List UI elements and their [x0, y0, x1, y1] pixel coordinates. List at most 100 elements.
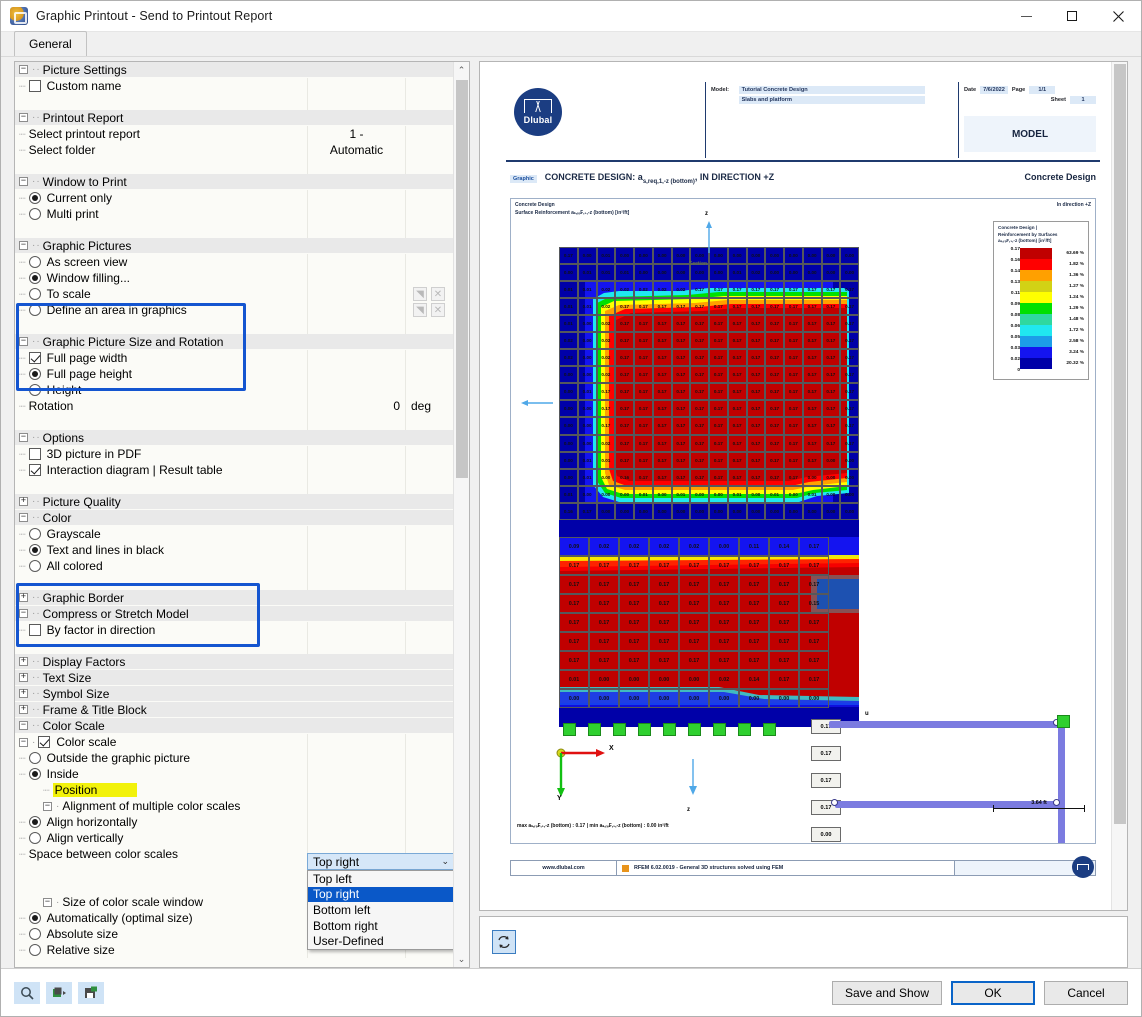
- height-radio[interactable]: [28, 384, 41, 396]
- group-frame-title-block[interactable]: + ·· Frame & Title Block: [15, 702, 453, 718]
- cancel-button[interactable]: Cancel: [1044, 980, 1128, 1005]
- group-text-size[interactable]: + ·· Text Size: [15, 670, 453, 686]
- group-display-factors[interactable]: + ·· Display Factors: [15, 654, 453, 670]
- all-colored-radio[interactable]: [28, 560, 41, 572]
- ok-button[interactable]: OK: [951, 980, 1035, 1005]
- current-only-radio[interactable]: [28, 192, 41, 204]
- pick-arrow-button[interactable]: ◥: [413, 287, 427, 301]
- save-and-show-button[interactable]: Save and Show: [831, 980, 942, 1005]
- select-folder-value[interactable]: Automatic: [307, 142, 405, 158]
- row-current-only[interactable]: ┈ Current only: [15, 190, 453, 206]
- dropdown-option-top-right[interactable]: Top right: [308, 886, 453, 903]
- expander-icon[interactable]: +: [19, 705, 28, 714]
- align-horizontally-radio[interactable]: [28, 816, 41, 828]
- grayscale-radio[interactable]: [28, 528, 41, 540]
- row-full-page-width[interactable]: ┈ Full page width: [15, 350, 453, 366]
- row-window-filling[interactable]: ┈ Window filling...: [15, 270, 453, 286]
- row-all-colored[interactable]: ┈ All colored: [15, 558, 453, 574]
- settings-scrollbar[interactable]: ⌃ ⌄: [453, 62, 469, 967]
- pdf-3d-checkbox[interactable]: [28, 448, 41, 460]
- multi-print-radio[interactable]: [28, 208, 41, 220]
- dropdown-option-bottom-left[interactable]: Bottom left: [308, 902, 453, 918]
- group-color[interactable]: − ·· Color: [15, 510, 453, 526]
- position-dropdown[interactable]: Top right ⌄ Top left Top right Bottom le…: [307, 853, 453, 950]
- expander-icon[interactable]: −: [19, 337, 28, 346]
- group-picture-settings[interactable]: − ·· Picture Settings: [15, 62, 453, 78]
- dropdown-option-bottom-right[interactable]: Bottom right: [308, 918, 453, 934]
- expander-icon[interactable]: +: [19, 593, 28, 602]
- automatic-size-radio[interactable]: [28, 912, 41, 924]
- expander-icon[interactable]: −: [19, 65, 28, 74]
- dropdown-option-user-defined[interactable]: User-Defined: [308, 933, 453, 949]
- row-select-folder[interactable]: ┈ Select folder Automatic: [15, 142, 453, 158]
- expander-icon[interactable]: +: [19, 497, 28, 506]
- position-dropdown-list[interactable]: Top left Top right Bottom left Bottom ri…: [307, 870, 453, 950]
- row-rotation[interactable]: ┈ Rotation 0 deg: [15, 398, 453, 414]
- close-button[interactable]: [1095, 1, 1141, 32]
- row-by-factor-direction[interactable]: ┈ By factor in direction: [15, 622, 453, 638]
- maximize-button[interactable]: [1049, 1, 1095, 32]
- align-vertically-radio[interactable]: [28, 832, 41, 844]
- rotation-value[interactable]: 0: [307, 398, 405, 414]
- row-align-horizontally[interactable]: ┈ Align horizontally: [15, 814, 453, 830]
- expander-icon-size[interactable]: −: [43, 897, 52, 907]
- save-settings-button[interactable]: [78, 981, 104, 1004]
- expander-icon[interactable]: +: [19, 673, 28, 682]
- row-multi-print[interactable]: ┈ Multi print: [15, 206, 453, 222]
- find-button[interactable]: [14, 981, 40, 1004]
- graphic-area[interactable]: Concrete Design Surface Reinforcement aₛ…: [510, 198, 1096, 844]
- expander-icon[interactable]: +: [19, 689, 28, 698]
- expander-icon-color-scale[interactable]: −: [19, 737, 28, 747]
- expander-icon[interactable]: −: [19, 113, 28, 122]
- row-full-page-height[interactable]: ┈ Full page height: [15, 366, 453, 382]
- row-height[interactable]: ┈ Height: [15, 382, 453, 398]
- row-color-scale-toggle[interactable]: − · Color scale: [15, 734, 453, 750]
- minimize-button[interactable]: [1003, 1, 1049, 32]
- expander-icon[interactable]: −: [19, 433, 28, 442]
- row-3d-picture-pdf[interactable]: ┈ 3D picture in PDF: [15, 446, 453, 462]
- as-screen-view-radio[interactable]: [28, 256, 41, 268]
- preview-scrollbar-thumb[interactable]: [1114, 64, 1126, 824]
- row-align-vertically[interactable]: ┈ Align vertically: [15, 830, 453, 846]
- inside-radio[interactable]: [28, 768, 41, 780]
- expander-icon[interactable]: −: [19, 241, 28, 250]
- group-picture-quality[interactable]: + ·· Picture Quality: [15, 494, 453, 510]
- expander-icon[interactable]: −: [19, 177, 28, 186]
- pick-arrow-button-2[interactable]: ◥: [413, 303, 427, 317]
- expander-icon[interactable]: −: [19, 513, 28, 522]
- row-interaction-diagram[interactable]: ┈ Interaction diagram | Result table: [15, 462, 453, 478]
- group-printout-report[interactable]: − ·· Printout Report: [15, 110, 453, 126]
- color-scale-checkbox[interactable]: [38, 736, 51, 748]
- refresh-button[interactable]: [492, 930, 516, 954]
- to-scale-radio[interactable]: [28, 288, 41, 300]
- row-grayscale[interactable]: ┈ Grayscale: [15, 526, 453, 542]
- preview-settings-button[interactable]: [46, 981, 72, 1004]
- custom-name-checkbox[interactable]: [28, 80, 41, 92]
- scroll-down-icon[interactable]: ⌄: [454, 951, 470, 967]
- group-compress-stretch[interactable]: − ·· Compress or Stretch Model: [15, 606, 453, 622]
- group-graphic-pictures[interactable]: − ·· Graphic Pictures: [15, 238, 453, 254]
- expander-icon[interactable]: +: [19, 657, 28, 666]
- preview-canvas[interactable]: Dlubal Model: Tutorial Concrete Design S…: [480, 62, 1111, 910]
- group-size-rotation[interactable]: − ·· Graphic Picture Size and Rotation: [15, 334, 453, 350]
- row-to-scale[interactable]: ┈ To scale ◥ ✕: [15, 286, 453, 302]
- row-select-printout-report[interactable]: ┈ Select printout report 1 -: [15, 126, 453, 142]
- full-page-height-radio[interactable]: [28, 368, 41, 380]
- row-as-screen-view[interactable]: ┈ As screen view: [15, 254, 453, 270]
- tab-general[interactable]: General: [14, 31, 87, 56]
- absolute-size-radio[interactable]: [28, 928, 41, 940]
- define-area-radio[interactable]: [28, 304, 41, 316]
- row-alignment-group[interactable]: − · Alignment of multiple color scales: [15, 798, 453, 814]
- expander-icon-alignment[interactable]: −: [43, 801, 52, 811]
- group-window-to-print[interactable]: − ·· Window to Print: [15, 174, 453, 190]
- window-filling-radio[interactable]: [28, 272, 41, 284]
- select-printout-report-value[interactable]: 1 -: [307, 126, 405, 142]
- row-outside-graphic[interactable]: ┈ Outside the graphic picture: [15, 750, 453, 766]
- preview-scrollbar[interactable]: [1111, 62, 1127, 910]
- expander-icon[interactable]: −: [19, 609, 28, 618]
- row-inside[interactable]: ┈ Inside: [15, 766, 453, 782]
- clear-button[interactable]: ✕: [431, 287, 445, 301]
- scroll-up-icon[interactable]: ⌃: [454, 62, 470, 78]
- row-text-lines-black[interactable]: ┈ Text and lines in black: [15, 542, 453, 558]
- expander-icon[interactable]: −: [19, 721, 28, 730]
